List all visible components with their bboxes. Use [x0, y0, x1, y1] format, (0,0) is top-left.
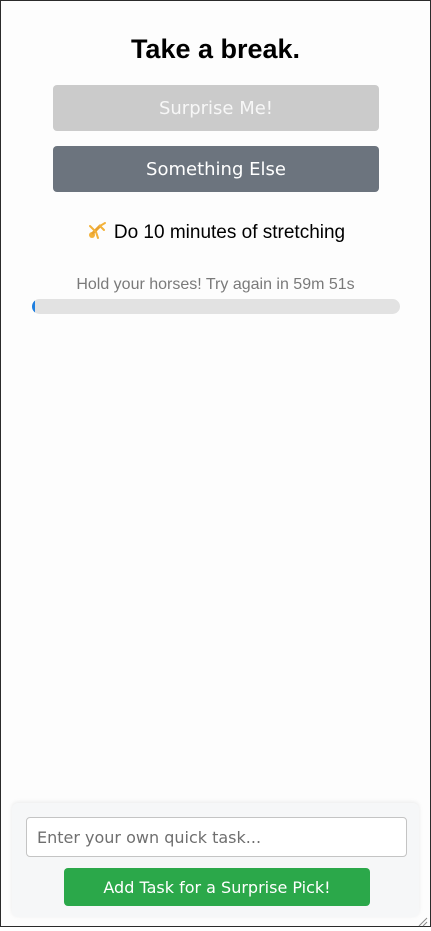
surprise-me-button[interactable]: Surprise Me! [53, 85, 379, 131]
suggested-task-text: Do 10 minutes of stretching [113, 222, 346, 243]
cooldown-progress-fill [32, 299, 35, 314]
add-task-button[interactable]: Add Task for a Surprise Pick! [64, 868, 370, 906]
custom-task-input[interactable] [26, 817, 407, 857]
resize-grip-icon[interactable] [416, 912, 428, 927]
cartwheel-person-icon [86, 220, 108, 242]
add-task-panel: Add Task for a Surprise Pick! [12, 803, 419, 917]
something-else-button[interactable]: Something Else [53, 146, 379, 192]
app-window: Take a break. Surprise Me! Something Els… [0, 0, 431, 927]
cooldown-message: Hold your horses! Try again in 59m 51s [76, 276, 355, 293]
page-title: Take a break. [130, 34, 301, 64]
suggested-task: Do 10 minutes of stretching [1, 220, 430, 245]
cooldown-progress-bar [32, 299, 400, 314]
